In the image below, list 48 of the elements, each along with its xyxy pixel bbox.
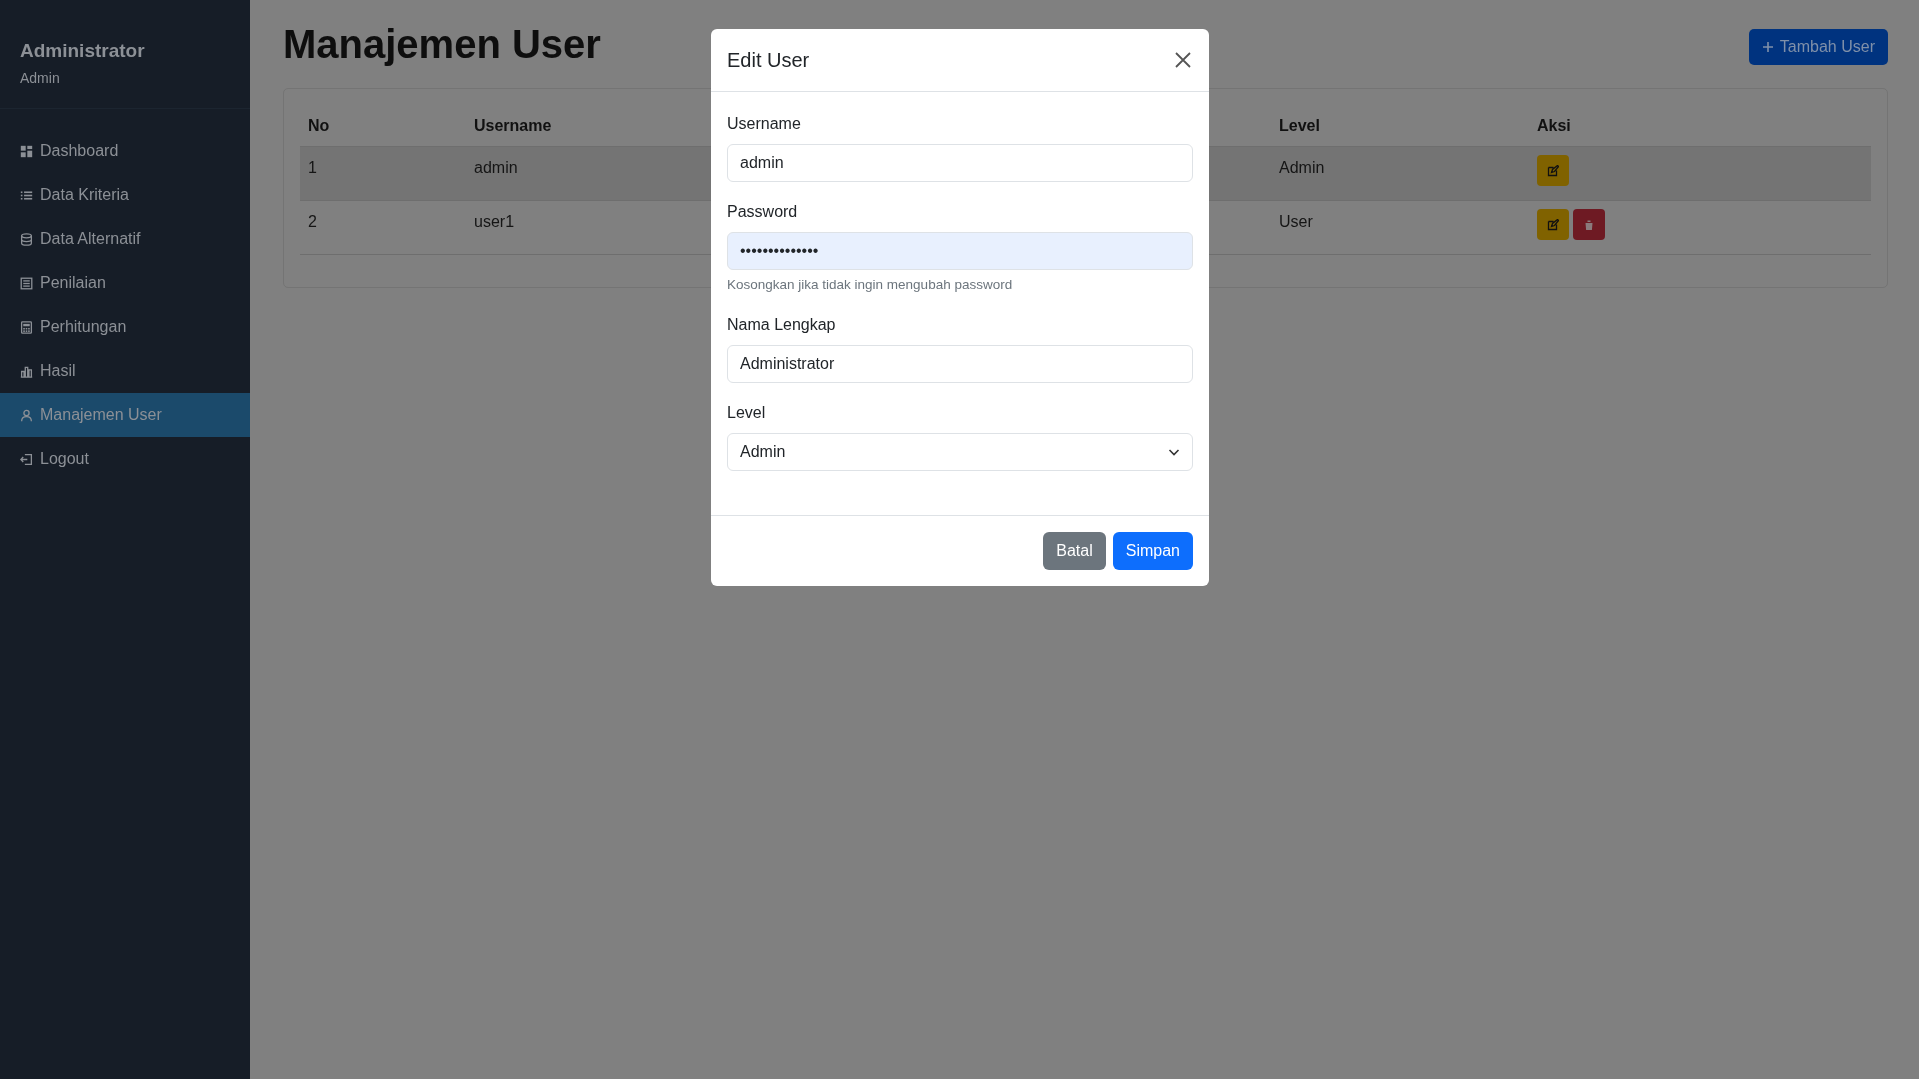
cancel-button[interactable]: Batal <box>1043 532 1106 571</box>
sidebar-title: Administrator <box>20 40 146 62</box>
delete-button[interactable] <box>1573 209 1605 240</box>
input-field[interactable]: Administrator <box>727 345 1193 384</box>
field-label: Nama Lengkap <box>727 315 837 336</box>
table-cell: User <box>1271 200 1529 255</box>
sidebar-subtitle: Admin <box>20 70 61 86</box>
sidebar-item[interactable]: Dashboard <box>0 129 250 173</box>
edit-icon <box>1547 164 1559 177</box>
add-user-button[interactable]: Tambah User <box>1748 29 1888 65</box>
sidebar-item[interactable]: Hasil <box>0 349 250 393</box>
sidebar-item[interactable]: Manajemen User <box>0 393 250 437</box>
column-header: Level <box>1271 106 1529 147</box>
level-select[interactable]: Admin <box>727 433 1193 472</box>
sidebar-item[interactable]: Data Alternatif <box>0 217 250 261</box>
page-title: Manajemen User <box>283 22 601 67</box>
plus-icon <box>1761 41 1774 53</box>
edit-icon <box>1547 218 1559 231</box>
field-label: Password <box>727 202 799 222</box>
list-icon <box>20 188 33 202</box>
column-header: Aksi <box>1529 106 1871 147</box>
table-cell: 1 <box>300 146 466 201</box>
database-icon <box>20 232 33 246</box>
field-label: Level <box>727 403 767 424</box>
bar-chart-icon <box>20 364 33 378</box>
user-icon <box>20 408 33 422</box>
edit-button[interactable] <box>1537 155 1569 186</box>
table-cell: Admin <box>1271 146 1529 201</box>
modal-title: Edit User <box>727 48 810 72</box>
password-field[interactable]: •••••••••••••• <box>727 232 1193 270</box>
field-hint: Kosongkan jika tidak ingin mengubah password <box>727 276 1014 294</box>
logout-icon <box>20 452 33 466</box>
field-label: Username <box>727 114 802 134</box>
column-header: No <box>300 106 466 147</box>
close-button[interactable] <box>1173 50 1193 70</box>
table-cell: 2 <box>300 200 466 255</box>
dashboard-icon <box>20 144 33 158</box>
save-button[interactable]: Simpan <box>1112 532 1193 571</box>
calculator-icon <box>20 320 33 334</box>
input-field[interactable]: admin <box>727 144 1193 182</box>
table-icon <box>20 276 33 290</box>
edit-button[interactable] <box>1537 209 1569 240</box>
trash-icon <box>1583 218 1595 231</box>
sidebar-item[interactable]: Data Kriteria <box>0 173 250 217</box>
close-icon <box>1173 50 1193 70</box>
sidebar-item[interactable]: Logout <box>0 437 250 481</box>
sidebar-item[interactable]: Penilaian <box>0 261 250 305</box>
sidebar-item[interactable]: Perhitungan <box>0 305 250 349</box>
